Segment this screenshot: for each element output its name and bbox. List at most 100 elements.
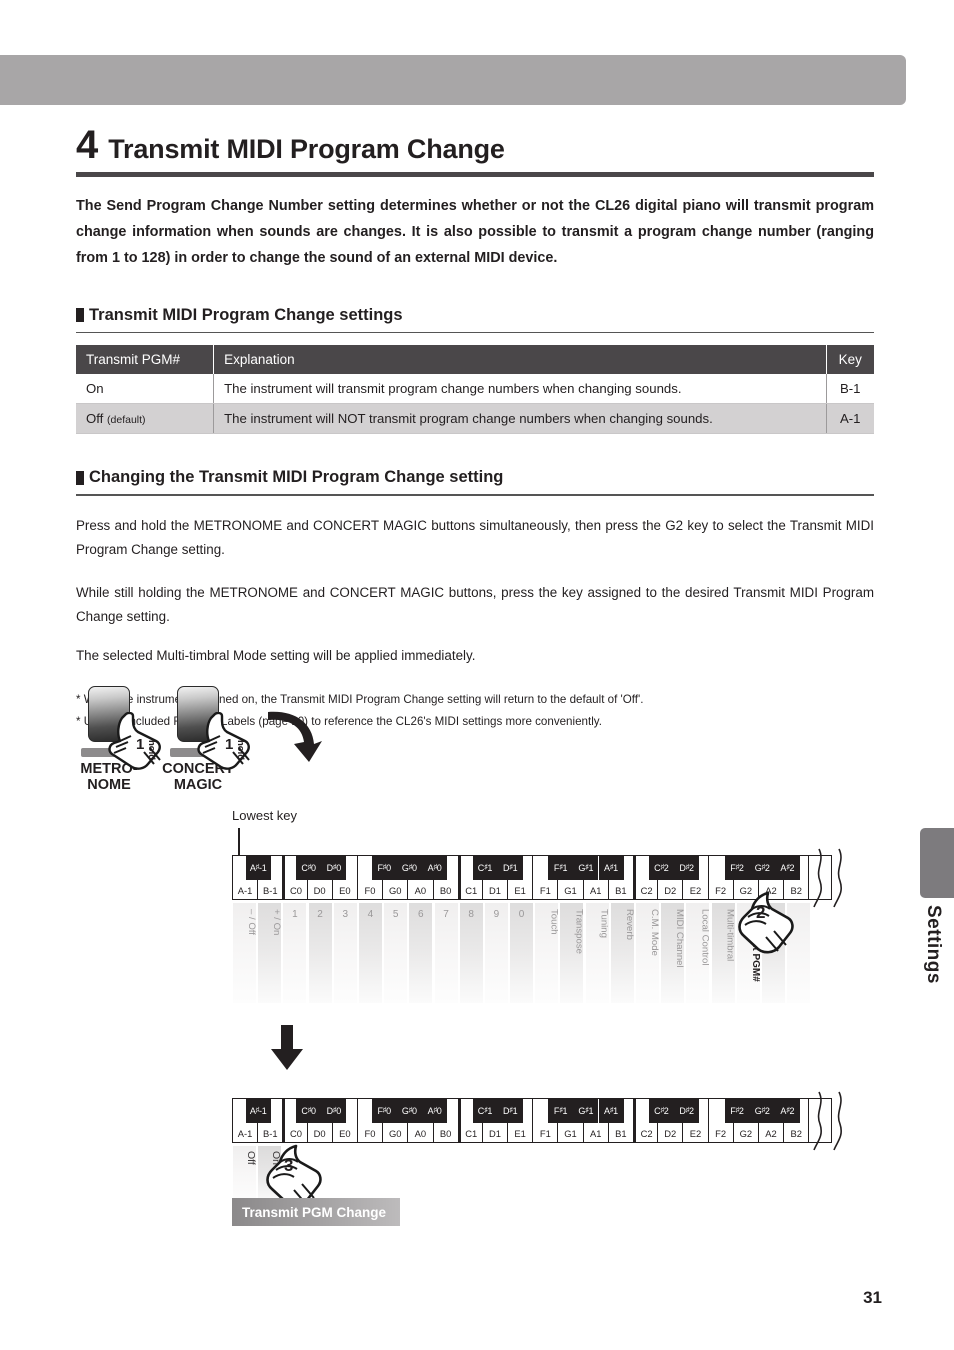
step-number-1: 1 — [136, 736, 145, 753]
function-label-column: 7 — [434, 903, 459, 1003]
settings-section-heading: Transmit MIDI Program Change settings — [76, 306, 874, 325]
piano-black-key: D ♯ 1 — [497, 1098, 523, 1123]
bullet-square-icon — [76, 308, 84, 323]
settings-heading-text: Transmit MIDI Program Change settings — [89, 305, 403, 324]
function-label-column: 0 — [509, 903, 534, 1003]
piano-black-key: D ♯ 2 — [674, 1098, 700, 1123]
keyboard-break-icon — [813, 1091, 842, 1151]
function-label-text: – / Off — [246, 909, 257, 935]
piano-black-key: C ♯ 2 — [648, 855, 674, 880]
function-label-column: + / On — [257, 903, 282, 1003]
section-number: 4 — [76, 123, 99, 167]
concert-magic-button-illustration: CONCERT MAGIC 1 hold — [162, 686, 250, 793]
piano-black-key: F ♯ 0 — [371, 1098, 397, 1123]
piano-black-key: A ♯ 0 — [422, 1098, 448, 1123]
piano-black-key: D ♯ 0 — [321, 855, 347, 880]
function-label-column: Transpose — [559, 903, 584, 1003]
section-title-text: Transmit MIDI Program Change — [108, 134, 505, 164]
function-label-text: 2 — [317, 909, 323, 920]
instruction-paragraph-2: While still holding the METRONOME and CO… — [76, 584, 874, 625]
pointing-hand-icon-step2 — [738, 891, 794, 954]
setting-value: On — [86, 381, 104, 397]
settings-section-tab — [920, 828, 954, 898]
changing-heading-text: Changing the Transmit MIDI Program Chang… — [89, 468, 504, 487]
function-label-column: 3 — [333, 903, 358, 1003]
piano-black-key: D ♯ 2 — [674, 855, 700, 880]
function-label-text: 0 — [518, 909, 525, 920]
function-label-text: 1 — [292, 909, 298, 920]
cell-explanation: The instrument will NOT transmit program… — [213, 403, 826, 435]
piano-black-key: C ♯ 1 — [472, 855, 498, 880]
piano-black-key: G ♯ 1 — [573, 1098, 599, 1123]
function-label-text: Tuning — [598, 909, 610, 938]
page-header-band — [0, 55, 906, 105]
function-label-text: 7 — [443, 909, 449, 920]
table-header-row: Transmit PGM# Explanation Key — [76, 345, 874, 375]
function-label-text: Touch — [548, 909, 560, 935]
hold-label: hold — [235, 740, 246, 761]
piano-black-key: G ♯ 0 — [396, 1098, 422, 1123]
piano-black-key: D ♯ 0 — [321, 1098, 347, 1123]
intro-paragraph: The Send Program Change Number setting d… — [76, 198, 874, 267]
value-label-column: Off — [232, 1146, 257, 1202]
instruction-paragraph-3: The selected Multi-timbral Mode setting … — [76, 647, 476, 663]
page-title: 4 Transmit MIDI Program Change — [76, 125, 874, 165]
piano-black-key: F ♯ 2 — [724, 1098, 750, 1123]
lowest-key-annotation: Lowest key — [232, 808, 298, 823]
function-label-text: Local Control — [699, 909, 711, 966]
piano-black-key: A ♯ 1 — [598, 1098, 624, 1123]
function-label-text: 4 — [367, 909, 374, 920]
changing-section-heading: Changing the Transmit MIDI Program Chang… — [76, 468, 874, 487]
function-label-column: 5 — [383, 903, 408, 1003]
function-label-text: Transpose — [573, 909, 585, 954]
value-label-text: Off — [245, 1151, 257, 1165]
function-label-text: 9 — [493, 909, 500, 920]
step-number-1: 1 — [225, 736, 234, 753]
cell-key: A-1 — [825, 403, 874, 435]
function-label-column: 4 — [358, 903, 383, 1003]
piano-black-key: C ♯ 2 — [648, 1098, 674, 1123]
settings-section-label: Settings — [923, 905, 944, 984]
function-label-column: – / Off — [232, 903, 257, 1003]
settings-heading-divider — [76, 331, 874, 334]
function-label-column: 6 — [408, 903, 433, 1003]
column-header-setting: Transmit PGM# — [76, 345, 214, 375]
function-label-text: MIDI Channel — [674, 909, 686, 968]
down-arrow-icon — [271, 1025, 303, 1070]
piano-black-key: C ♯ 1 — [472, 1098, 498, 1123]
lowest-key-pointer-line — [238, 828, 240, 856]
function-label-column: 8 — [459, 903, 484, 1003]
piano-black-key: D ♯ 1 — [497, 855, 523, 880]
piano-black-key: C ♯ 0 — [296, 1098, 322, 1123]
function-label-text: C.M. Mode — [649, 909, 660, 956]
setting-value: Off — [86, 411, 104, 427]
function-label-column: 9 — [484, 903, 509, 1003]
title-divider — [76, 172, 874, 177]
piano-black-key: A ♯ -1 — [245, 1098, 271, 1123]
button-illustrations: METRO- NOME 1 hold CONCERT MAGIC 1 hold — [80, 686, 388, 811]
function-label-column: Tuning — [585, 903, 610, 1003]
instruction-paragraph-1: Press and hold the METRONOME and CONCERT… — [76, 517, 874, 558]
cell-setting: On — [76, 374, 214, 405]
transmit-pgm-change-banner: Transmit PGM Change — [232, 1198, 400, 1226]
settings-table: Transmit PGM# Explanation Key On The ins… — [76, 345, 874, 435]
column-header-explanation: Explanation — [213, 345, 826, 375]
piano-black-key: A ♯ 2 — [774, 855, 800, 880]
piano-black-key: G ♯ 2 — [749, 1098, 775, 1123]
keyboard-diagram-lower: A-1 B-1 C0 D0 E0 F0 G0 A0 B0 C1 D1 E1 F1 G1 A1 B1 C2 D2 E2… — [232, 1091, 842, 1207]
keyboard-diagram-upper: A-1 B-1 C0 D0 E0 F0 G0 A0 B0 C1 D1 E1 F1 G1 A1 B1 C2 D2 E2… — [232, 848, 842, 1003]
step-number-3: 3 — [284, 1156, 294, 1175]
hold-label: hold — [146, 740, 157, 761]
function-label-text: 3 — [342, 909, 349, 920]
curved-arrow-icon — [268, 711, 322, 762]
keyboard-break-icon — [813, 848, 842, 908]
function-label-text: Reverb — [623, 909, 635, 940]
step-number-2: 2 — [756, 903, 766, 922]
function-label-text: + / On — [271, 909, 283, 936]
piano-black-key: A ♯ 0 — [422, 855, 448, 880]
changing-heading-divider — [76, 494, 874, 496]
table-row: Off (default) The instrument will NOT tr… — [76, 403, 874, 435]
bullet-square-icon — [76, 470, 84, 485]
piano-black-key: A ♯ -1 — [245, 855, 271, 880]
function-label-text: 5 — [392, 909, 399, 920]
